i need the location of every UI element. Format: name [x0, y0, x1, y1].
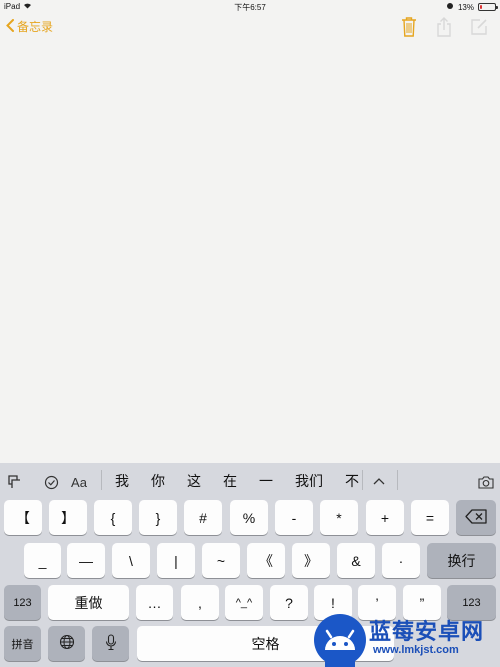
- status-bar: iPad 下午6:57 13%: [0, 0, 500, 14]
- redo-button[interactable]: 重做: [48, 585, 129, 620]
- key[interactable]: ?: [270, 585, 308, 620]
- watermark: 蓝莓安卓网 www.lmkjst.com: [313, 610, 500, 667]
- back-label: 备忘录: [17, 20, 54, 34]
- candidate[interactable]: 我们: [284, 471, 334, 491]
- key[interactable]: …: [136, 585, 173, 620]
- candidate[interactable]: 这: [176, 471, 212, 491]
- input-mode-button[interactable]: 拼音: [4, 626, 41, 661]
- key[interactable]: ·: [382, 543, 420, 578]
- trash-icon[interactable]: [400, 16, 418, 38]
- watermark-url: www.lmkjst.com: [373, 644, 459, 656]
- numbers-toggle-left[interactable]: 123: [4, 585, 41, 620]
- checklist-icon[interactable]: [40, 471, 62, 493]
- camera-icon[interactable]: [475, 471, 497, 493]
- chevron-left-icon: [6, 18, 14, 35]
- compose-icon[interactable]: [470, 16, 488, 38]
- key[interactable]: 》: [292, 543, 330, 578]
- candidate-bar: Aa 我 你 这 在 一 我们 不: [0, 463, 500, 499]
- key[interactable]: +: [366, 500, 404, 535]
- key[interactable]: &: [337, 543, 375, 578]
- candidate[interactable]: 不: [334, 471, 362, 491]
- key[interactable]: -: [275, 500, 313, 535]
- key[interactable]: %: [230, 500, 268, 535]
- note-editor[interactable]: [0, 42, 500, 463]
- dictation-button[interactable]: [92, 626, 129, 661]
- key[interactable]: {: [94, 500, 132, 535]
- text-format-button[interactable]: Aa: [68, 471, 90, 493]
- backspace-icon: [465, 508, 487, 527]
- chevron-up-icon[interactable]: [368, 471, 390, 491]
- divider: [101, 470, 102, 490]
- globe-icon: [59, 634, 75, 653]
- key[interactable]: 【: [4, 500, 42, 535]
- divider: [362, 470, 363, 490]
- key[interactable]: *: [320, 500, 358, 535]
- key[interactable]: \: [112, 543, 150, 578]
- battery-icon: [478, 3, 498, 11]
- key[interactable]: #: [184, 500, 222, 535]
- divider: [397, 470, 398, 490]
- key[interactable]: |: [157, 543, 195, 578]
- candidate[interactable]: 在: [212, 471, 248, 491]
- cursor-icon[interactable]: [4, 471, 26, 493]
- alarm-icon: [446, 2, 454, 12]
- key[interactable]: 】: [49, 500, 87, 535]
- key[interactable]: 《: [247, 543, 285, 578]
- key[interactable]: }: [139, 500, 177, 535]
- delete-button[interactable]: [456, 500, 496, 535]
- candidate[interactable]: 你: [140, 471, 176, 491]
- key[interactable]: =: [411, 500, 449, 535]
- back-button[interactable]: 备忘录: [6, 18, 53, 35]
- microphone-icon: [105, 633, 117, 654]
- status-time: 下午6:57: [234, 3, 266, 12]
- key[interactable]: ,: [181, 585, 219, 620]
- return-button[interactable]: 换行: [427, 543, 496, 578]
- key[interactable]: —: [67, 543, 105, 578]
- nav-bar: 备忘录: [0, 14, 500, 42]
- android-mascot-logo: [313, 610, 367, 667]
- key[interactable]: _: [24, 543, 61, 578]
- candidate[interactable]: 一: [248, 471, 284, 491]
- candidate[interactable]: 我: [104, 471, 140, 491]
- battery-percent: 13%: [457, 2, 474, 12]
- candidate-list: 我 你 这 在 一 我们 不: [104, 463, 362, 499]
- watermark-brand: 蓝莓安卓网: [369, 619, 485, 644]
- key[interactable]: ~: [202, 543, 240, 578]
- key[interactable]: ^_^: [225, 585, 263, 620]
- globe-button[interactable]: [48, 626, 85, 661]
- share-icon[interactable]: [435, 16, 453, 38]
